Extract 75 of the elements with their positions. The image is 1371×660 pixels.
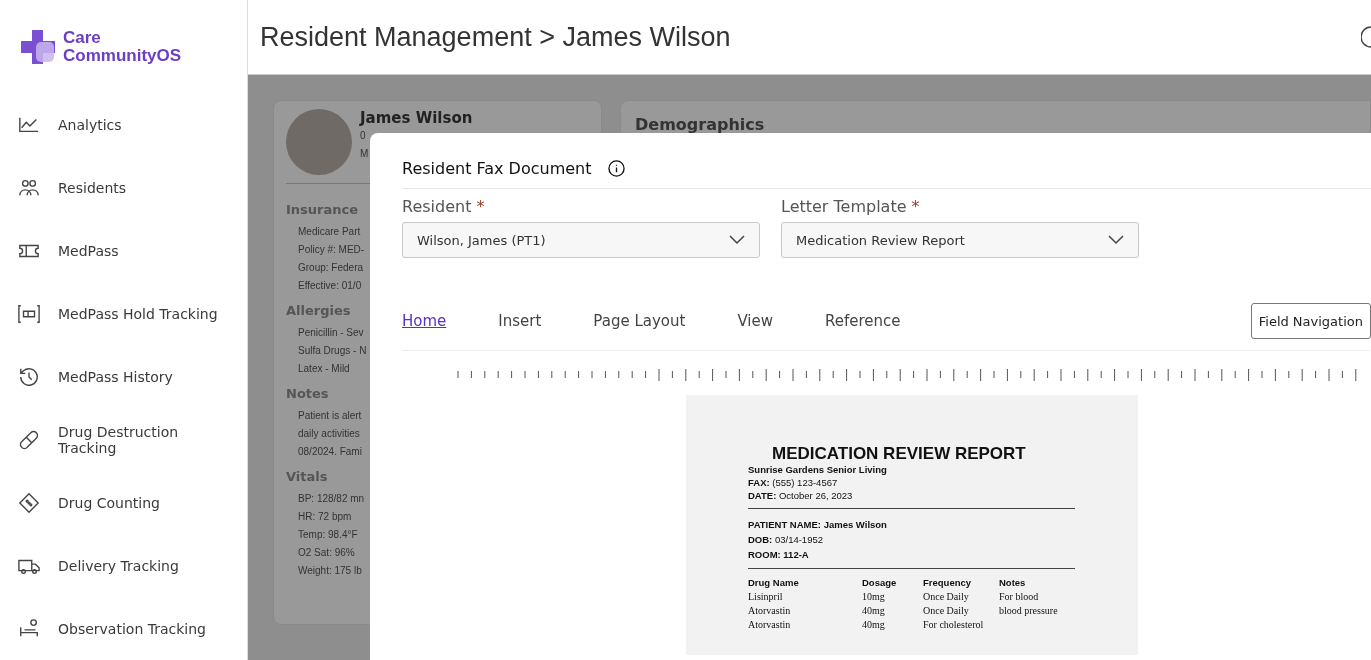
ticket-frame-icon [18, 302, 40, 325]
section-line: BP: 128/82 mn [298, 492, 365, 506]
sidebar-item[interactable]: Drug Counting [18, 471, 247, 534]
section-line: Effective: 01/0 [298, 279, 362, 293]
select-field[interactable]: Wilson, James (PT1) [402, 222, 760, 258]
section-title: Allergies [286, 303, 351, 318]
table-cell-text: Once Daily [923, 591, 970, 602]
table-cell-text: 10mg [862, 591, 886, 602]
page-title: Resident Management > James Wilson [260, 21, 731, 53]
chevron-down-icon [729, 235, 745, 245]
section-line: Temp: 98.4°F [298, 528, 358, 542]
history-icon [18, 365, 40, 388]
sidebar-item[interactable]: MedPass Hold Tracking [18, 282, 247, 345]
table-cell-text: Once Daily [923, 605, 970, 616]
editor-tab[interactable]: Reference [825, 312, 901, 330]
pill-icon [18, 428, 40, 451]
section-line: Weight: 175 lb [298, 564, 362, 578]
patient-line: PATIENT NAME: James Wilson [748, 518, 888, 532]
profile-detail: 0 [360, 129, 366, 143]
sidebar-item[interactable]: Analytics [18, 93, 247, 156]
table-cell-text: Atorvastin [748, 605, 792, 616]
editor-tab[interactable]: Page Layout [593, 312, 686, 330]
chevron-down-icon [1108, 235, 1124, 245]
field-navigation-button[interactable]: Field Navigation [1250, 303, 1371, 339]
table-cell-text: Lisinpril [748, 591, 784, 602]
sidebar-item[interactable]: MedPass [18, 219, 247, 282]
column-header: Dosage [862, 577, 898, 588]
blister-icon [18, 491, 40, 514]
section-line: 08/2024. Fami [298, 445, 362, 459]
facility-name: Sunrise Gardens Senior Living [748, 463, 888, 476]
cross-logo-icon [19, 27, 57, 66]
document-title: MEDICATION REVIEW REPORT [772, 445, 1027, 463]
patient-line: ROOM: 112-A [748, 548, 810, 562]
column-header: Frequency [923, 577, 973, 588]
column-header: Notes [999, 577, 1027, 588]
editor-tab[interactable]: Home [402, 312, 447, 330]
section-title: Notes [286, 386, 329, 401]
table-cell-text: 40mg [862, 619, 886, 630]
field-label: Resident * [402, 197, 486, 216]
section-line: daily activities [298, 427, 360, 441]
sidebar-item[interactable]: Observation Tracking [18, 597, 247, 660]
section-line: HR: 72 bpm [298, 510, 352, 524]
table-cell-text: For cholesterol [923, 619, 985, 630]
section-line: O2 Sat: 96% [298, 546, 355, 560]
sidebar-item[interactable]: Delivery Tracking [18, 534, 247, 597]
section-line: Group: Federa [298, 261, 364, 275]
document-line: FAX: (555) 123-4567 [748, 476, 839, 489]
sidebar-item[interactable]: Residents [18, 156, 247, 219]
field-label: Letter Template * [781, 197, 921, 216]
document-line: DATE: October 26, 2023 [748, 489, 854, 502]
editor-tab[interactable]: Insert [498, 312, 542, 330]
table-cell-text: Atorvastin [748, 619, 792, 630]
info-icon[interactable] [607, 160, 625, 177]
table-cell-text: For blood [999, 591, 1040, 602]
section-line: Sulfa Drugs - N [298, 344, 367, 358]
column-header: Drug Name [748, 577, 800, 588]
editor-tab[interactable]: View [737, 312, 773, 330]
dialog-title: Resident Fax Document [402, 159, 592, 178]
patient-line: DOB: 03/14-1952 [748, 533, 824, 547]
profile-detail: M [360, 147, 369, 161]
section-line: Policy #: MED- [298, 243, 365, 257]
section-line: Penicillin - Sev [298, 326, 364, 340]
resident-name: James Wilson [360, 109, 473, 127]
table-cell-text: blood pressure [999, 605, 1059, 616]
section-line: Latex - Mild [298, 362, 350, 376]
section-line: Medicare Part [298, 225, 361, 239]
section-title: Vitals [286, 469, 328, 484]
sidebar-item[interactable]: Drug Destruction Tracking [18, 408, 247, 471]
sidebar-item[interactable]: MedPass History [18, 345, 247, 408]
section-title: Insurance [286, 202, 359, 217]
table-cell-text: 40mg [862, 605, 886, 616]
card-title: Demographics [635, 115, 766, 134]
select-field[interactable]: Medication Review Report [781, 222, 1139, 258]
section-line: Patient is alert [298, 409, 362, 423]
brand-name: Care CommunityOS [63, 28, 182, 65]
